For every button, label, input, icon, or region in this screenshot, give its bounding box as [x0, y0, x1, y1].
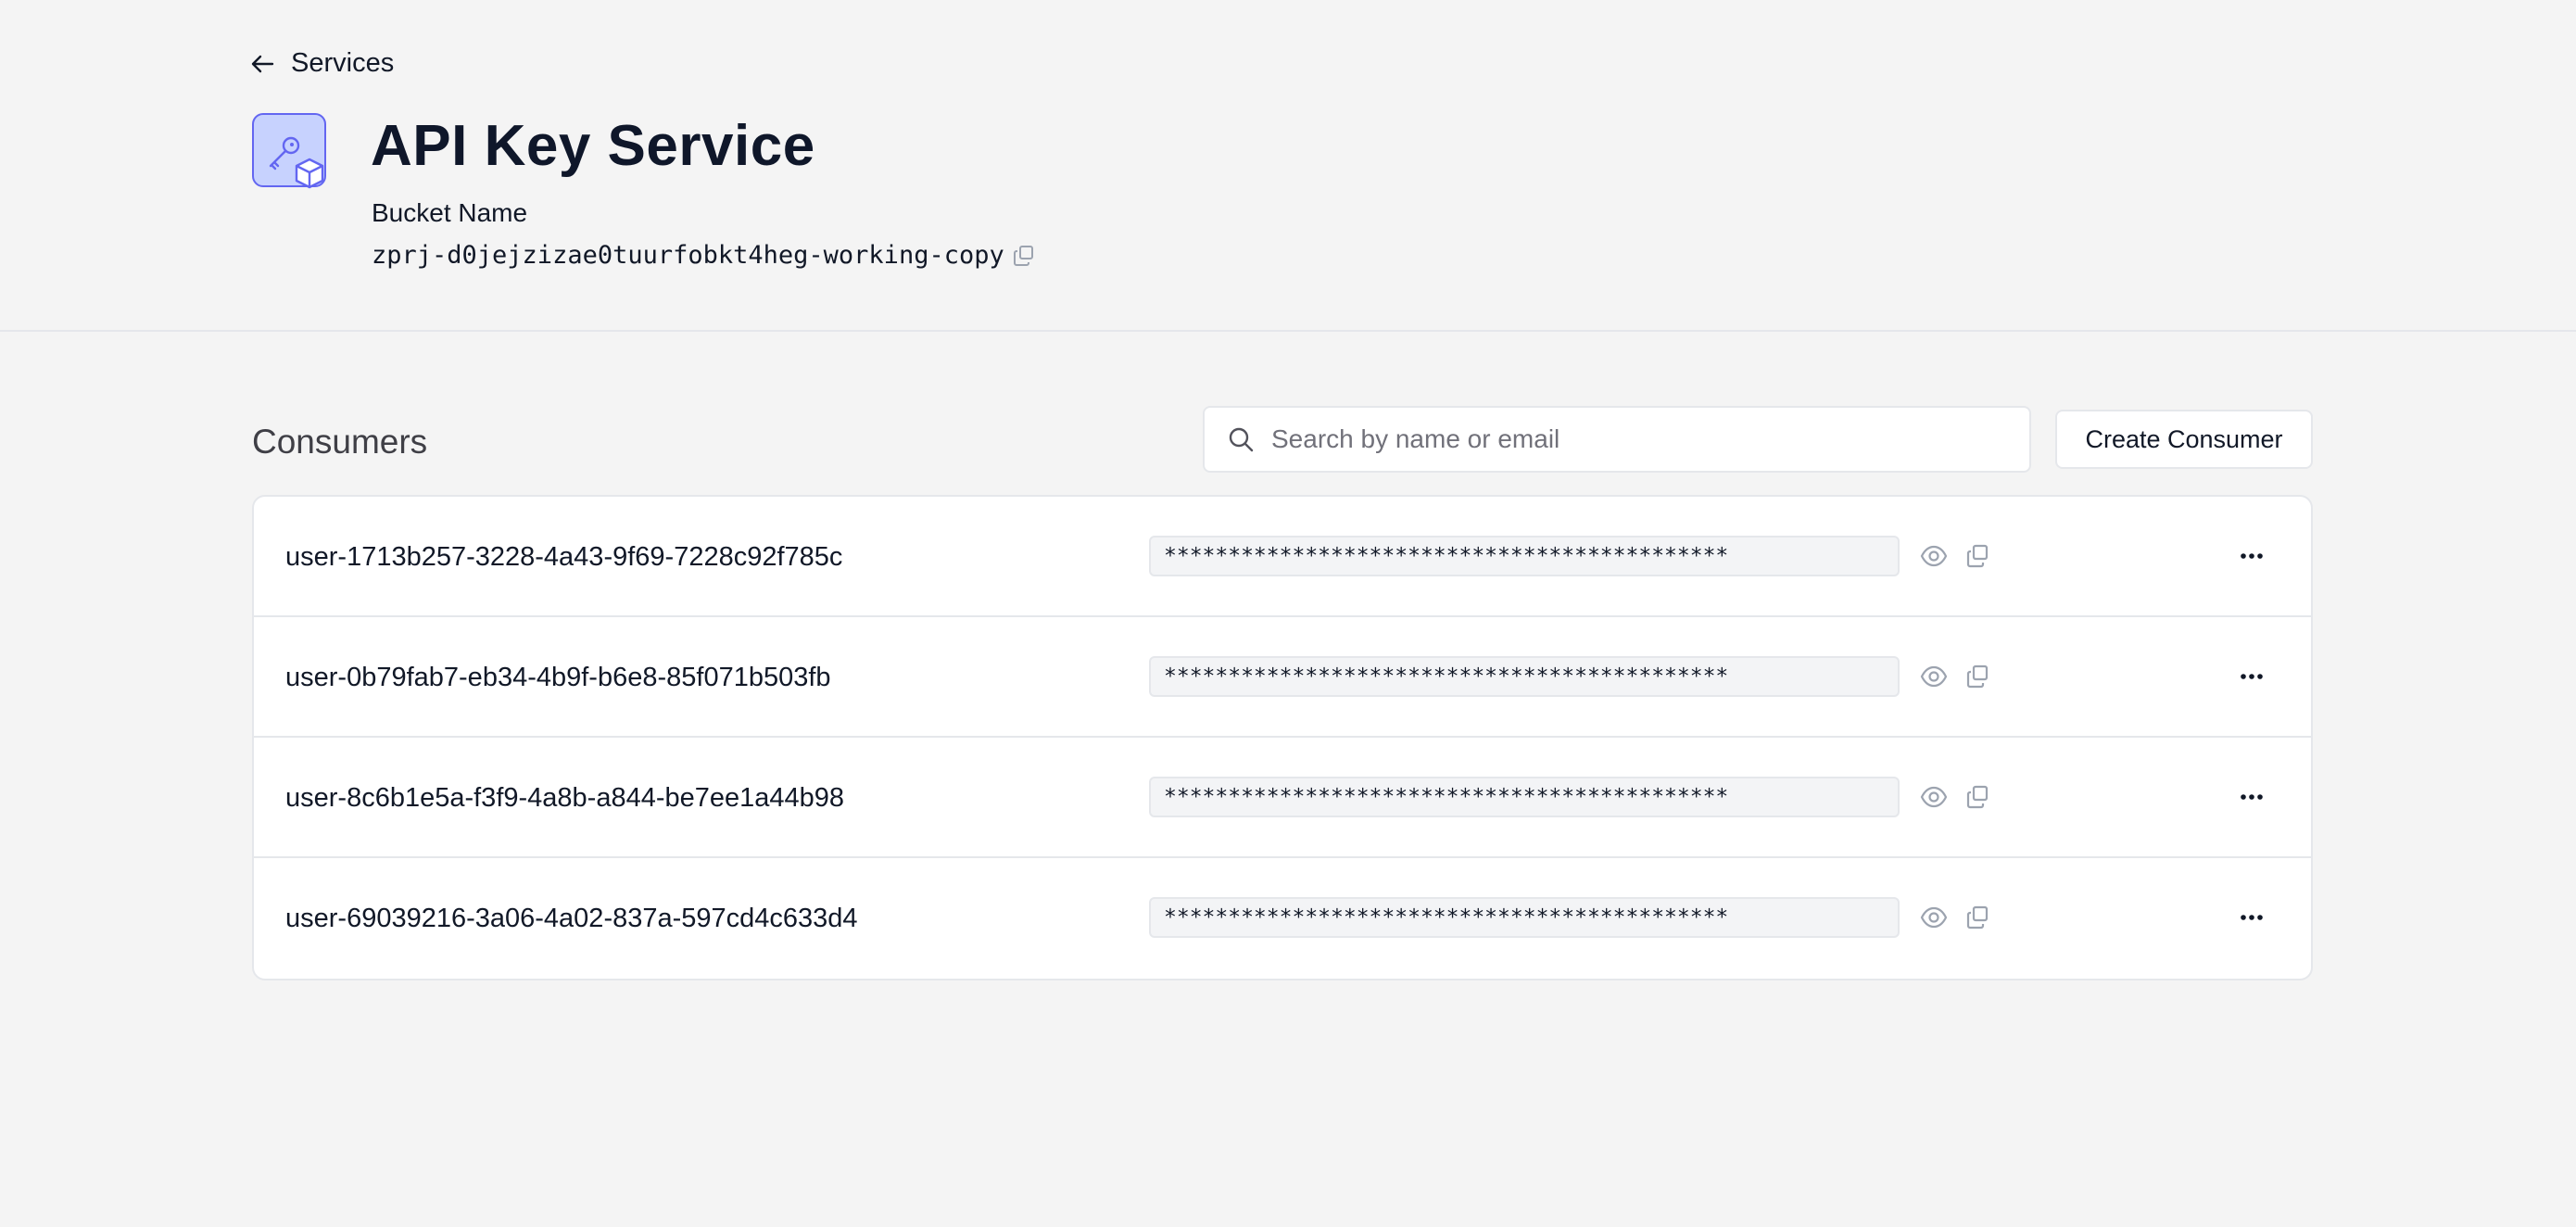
- consumer-name: user-69039216-3a06-4a02-837a-597cd4c633d…: [285, 904, 858, 933]
- consumer-search-input[interactable]: [1271, 424, 1994, 454]
- service-header: Services API Key Service Bucket Name zpr…: [0, 0, 2576, 332]
- consumer-search-box[interactable]: [1203, 406, 2031, 473]
- consumers-table: user-1713b257-3228-4a43-9f69-7228c92f785…: [252, 495, 2313, 980]
- eye-icon[interactable]: [1920, 784, 1948, 810]
- copy-icon[interactable]: [1964, 664, 1990, 689]
- copy-icon[interactable]: [1964, 904, 1990, 930]
- api-key-field: ****************************************…: [1149, 536, 1900, 576]
- arrow-left-icon: [250, 54, 274, 74]
- copy-icon[interactable]: [1964, 784, 1990, 810]
- create-consumer-button[interactable]: Create Consumer: [2055, 410, 2313, 469]
- table-row: user-8c6b1e5a-f3f9-4a8b-a844-be7ee1a44b9…: [254, 738, 2311, 858]
- more-options-icon[interactable]: [2239, 543, 2265, 569]
- more-options-icon[interactable]: [2239, 664, 2265, 689]
- api-key-field: ****************************************…: [1149, 656, 1900, 697]
- back-to-services-link[interactable]: Services: [250, 48, 394, 79]
- search-icon: [1227, 425, 1255, 453]
- eye-icon[interactable]: [1920, 664, 1948, 689]
- bucket-name-value: zprj-d0jejzizae0tuurfobkt4heg-working-co…: [372, 241, 1004, 270]
- api-key-field: ****************************************…: [1149, 777, 1900, 817]
- consumer-name: user-0b79fab7-eb34-4b9f-b6e8-85f071b503f…: [285, 663, 831, 692]
- table-row: user-1713b257-3228-4a43-9f69-7228c92f785…: [254, 497, 2311, 617]
- bucket-name-row: zprj-d0jejzizae0tuurfobkt4heg-working-co…: [372, 241, 1036, 270]
- eye-icon[interactable]: [1920, 543, 1948, 569]
- table-row: user-0b79fab7-eb34-4b9f-b6e8-85f071b503f…: [254, 617, 2311, 738]
- consumer-name: user-1713b257-3228-4a43-9f69-7228c92f785…: [285, 542, 843, 572]
- consumers-section-title: Consumers: [252, 423, 428, 461]
- api-key-field: ****************************************…: [1149, 897, 1900, 938]
- consumer-name: user-8c6b1e5a-f3f9-4a8b-a844-be7ee1a44b9…: [285, 783, 845, 813]
- back-link-label: Services: [291, 48, 395, 78]
- key-package-icon: [252, 113, 326, 189]
- more-options-icon[interactable]: [2239, 904, 2265, 930]
- bucket-name-label: Bucket Name: [372, 198, 528, 227]
- page-title: API Key Service: [371, 114, 815, 178]
- table-row: user-69039216-3a06-4a02-837a-597cd4c633d…: [254, 858, 2311, 977]
- more-options-icon[interactable]: [2239, 784, 2265, 810]
- copy-icon[interactable]: [1964, 543, 1990, 569]
- eye-icon[interactable]: [1920, 904, 1948, 930]
- copy-bucket-name-icon[interactable]: [1012, 244, 1036, 268]
